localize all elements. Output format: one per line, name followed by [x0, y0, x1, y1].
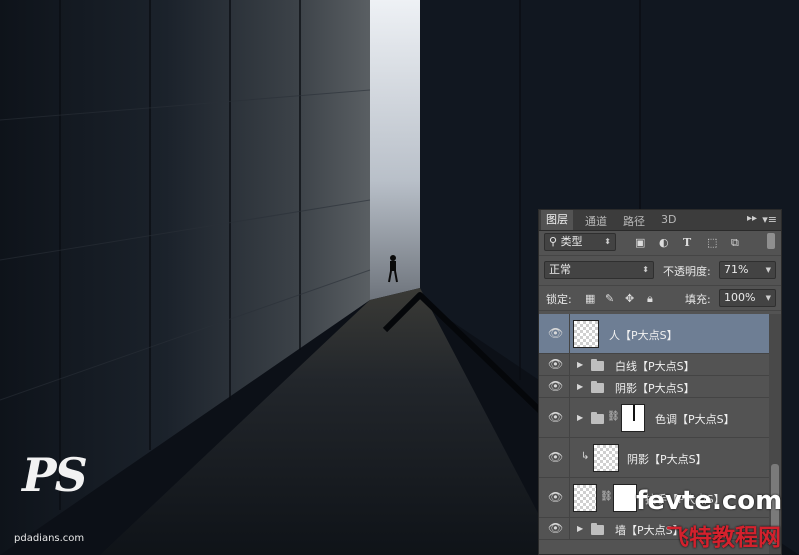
link-chain-icon[interactable]: ⛓︎: [600, 491, 613, 502]
opacity-label: 不透明度:: [663, 265, 711, 278]
layer-name[interactable]: 阴影【P大点S】: [627, 451, 707, 467]
layer-row[interactable]: 👁︎ ↳ 阴影【P大点S】: [539, 438, 769, 478]
layer-row[interactable]: 👁︎ ▶ 白线【P大点S】: [539, 354, 769, 376]
visibility-eye-icon[interactable]: 👁︎: [548, 326, 563, 340]
layer-mask-thumbnail: [613, 484, 637, 512]
tab-3d[interactable]: 3D: [661, 213, 676, 226]
filter-toggle[interactable]: [767, 233, 775, 249]
fevte-cn-watermark: 飞特教程网: [666, 525, 781, 551]
layer-filter-select[interactable]: ⚲ 类型 ⬍: [544, 233, 616, 251]
layer-thumbnail: [593, 444, 619, 472]
visibility-eye-icon[interactable]: 👁︎: [548, 490, 563, 504]
layer-name[interactable]: 阴影【P大点S】: [615, 380, 695, 396]
blend-mode-value: 正常: [549, 263, 571, 276]
select-arrows-icon: ⬍: [604, 237, 611, 246]
tab-paths[interactable]: 路径: [623, 213, 645, 229]
adjustment-filter-icon[interactable]: ◐: [659, 236, 669, 249]
select-arrows-icon: ⬍: [642, 265, 649, 274]
folder-icon: [591, 359, 604, 371]
chevron-down-icon: ▼: [765, 294, 771, 302]
visibility-eye-icon[interactable]: 👁︎: [548, 521, 563, 535]
layer-row[interactable]: 👁︎ ▶ ⛓︎ 色调【P大点S】: [539, 398, 769, 438]
expand-arrow-icon[interactable]: ▶: [577, 413, 583, 422]
folder-icon: [591, 381, 604, 393]
tab-layers[interactable]: 图层: [541, 210, 573, 230]
smart-object-filter-icon[interactable]: ⧉: [731, 236, 739, 250]
folder-icon: [591, 412, 604, 424]
lock-all-icon[interactable]: 🔒︎: [647, 292, 653, 306]
shape-filter-icon[interactable]: ⬚: [707, 236, 717, 249]
fill-value: 100%: [724, 291, 756, 304]
lock-label: 锁定:: [546, 293, 572, 306]
layer-name[interactable]: 人【P大点S】: [609, 327, 678, 343]
lock-image-icon[interactable]: ✎: [605, 292, 614, 305]
visibility-eye-icon[interactable]: 👁︎: [548, 379, 563, 393]
layer-thumbnail: [573, 484, 597, 512]
visibility-eye-icon[interactable]: 👁︎: [548, 450, 563, 464]
panel-menu-icon[interactable]: ▾≡: [762, 213, 777, 226]
collapse-panel-icon[interactable]: ▸▸: [747, 213, 757, 224]
layer-mask-thumbnail: [621, 404, 645, 432]
layer-name[interactable]: 白线【P大点S】: [615, 358, 695, 374]
fill-field[interactable]: 100% ▼: [719, 289, 776, 307]
pdadians-watermark: pdadians.com: [14, 533, 85, 544]
visibility-eye-icon[interactable]: 👁︎: [548, 410, 563, 424]
image-filter-icon[interactable]: ▣: [635, 236, 645, 249]
fevte-watermark: fevte.com: [636, 486, 783, 516]
opacity-value: 71%: [724, 263, 749, 276]
layer-row[interactable]: 👁︎ 人【P大点S】: [539, 314, 769, 354]
link-chain-icon[interactable]: ⛓︎: [607, 411, 620, 422]
lock-transparent-icon[interactable]: ▦: [585, 292, 595, 305]
text-filter-icon[interactable]: T: [683, 236, 691, 249]
tab-channels[interactable]: 通道: [585, 213, 607, 229]
visibility-eye-icon[interactable]: 👁︎: [548, 357, 563, 371]
layer-thumbnail: [573, 320, 599, 348]
layer-row[interactable]: 👁︎ ▶ 阴影【P大点S】: [539, 376, 769, 398]
chevron-down-icon: ▼: [765, 266, 771, 274]
expand-arrow-icon[interactable]: ▶: [577, 524, 583, 533]
folder-icon: [591, 523, 604, 535]
ps-logo-watermark: PS: [22, 448, 88, 502]
blend-mode-select[interactable]: 正常 ⬍: [544, 261, 654, 279]
filter-select-value: 类型: [560, 235, 583, 248]
expand-arrow-icon[interactable]: ▶: [577, 360, 583, 369]
layer-name[interactable]: 色调【P大点S】: [655, 411, 735, 427]
panel-tab-bar: 图层 通道 路径 3D ▸▸ ▾≡: [539, 210, 781, 231]
expand-arrow-icon[interactable]: ▶: [577, 382, 583, 391]
fill-label: 填充:: [685, 293, 711, 306]
clipping-mask-icon: ↳: [581, 451, 590, 462]
lock-position-icon[interactable]: ✥: [625, 292, 634, 305]
search-icon: ⚲: [549, 235, 561, 248]
opacity-field[interactable]: 71% ▼: [719, 261, 776, 279]
